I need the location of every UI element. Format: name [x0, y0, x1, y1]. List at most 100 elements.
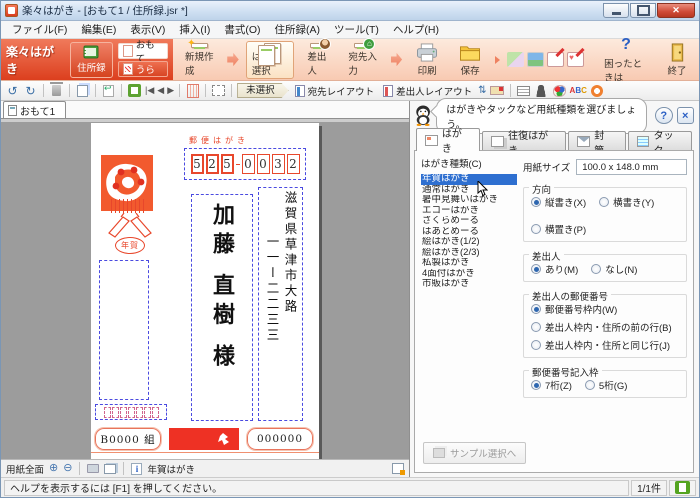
paper-size-label: 用紙サイズ — [523, 160, 570, 174]
list-item[interactable]: 通常はがき — [421, 185, 517, 196]
tab-ofuku-hagaki[interactable]: 往復はがき — [482, 131, 566, 151]
design-cards-icon[interactable] — [507, 52, 524, 67]
recipient-layout-icon — [295, 85, 305, 97]
new-document-button[interactable]: ✦ 新規作成 — [179, 41, 220, 79]
help-button[interactable]: ? 困ったときは — [598, 41, 654, 79]
list-item[interactable]: さくらめーる — [421, 216, 517, 227]
radio-sender-yes[interactable]: あり(M) — [531, 262, 578, 276]
radio-sender-no[interactable]: なし(N) — [591, 262, 637, 276]
list-item[interactable]: エコーはがき — [421, 206, 517, 217]
menu-edit[interactable]: 編集(E) — [74, 20, 123, 39]
textbox-icon[interactable] — [516, 83, 531, 98]
address-book-button[interactable]: 住所録 — [70, 42, 113, 78]
list-item[interactable]: 4面付はがき — [421, 269, 517, 280]
radio-zip-before-address[interactable]: 差出人枠内・住所の前の行(B) — [531, 320, 679, 334]
list-item[interactable]: はあとめーる — [421, 227, 517, 238]
undo-icon[interactable]: ↺ — [5, 83, 20, 98]
decorated-text-icon[interactable]: ABC — [570, 86, 587, 95]
multi-page-icon[interactable] — [104, 464, 116, 474]
delete-icon[interactable] — [49, 83, 64, 98]
menu-help[interactable]: ヘルプ(H) — [386, 20, 446, 39]
palette-icon[interactable] — [552, 83, 567, 98]
preview-canvas[interactable]: 郵便はがき 5 2 5 0 0 3 2 — [1, 119, 409, 459]
paper-select-panel: はがきやタックなど用紙種類を選びましょう。 ? × はがき 往復はがき 封 筒 … — [409, 101, 699, 477]
menu-addressbook[interactable]: 住所録(A) — [268, 20, 328, 39]
sender-address-frame[interactable] — [99, 260, 149, 400]
sender-layout-button[interactable]: 差出人レイアウト — [380, 83, 475, 99]
radio-7-digit[interactable]: 7桁(Z) — [531, 378, 572, 392]
guide-ruler-icon[interactable] — [490, 83, 505, 98]
tab-hagaki[interactable]: はがき — [416, 128, 480, 151]
nenga-mark: 年賀 — [115, 237, 145, 254]
exit-button[interactable]: 終了 — [661, 41, 693, 79]
radio-5-digit[interactable]: 5桁(G) — [585, 378, 628, 392]
panel-close-button[interactable]: × — [677, 107, 694, 124]
radio-vertical-writing[interactable]: 縦書き(X) — [531, 195, 586, 209]
recipient-address-frame[interactable]: 滋賀県草津市大路一一ー二二三三 — [258, 187, 303, 421]
list-item[interactable]: 市販はがき — [421, 279, 517, 290]
figure-icon[interactable] — [534, 83, 549, 98]
canvas-toolbar: 用紙全面 ⊕ ⊖ i 年賀はがき — [1, 459, 409, 477]
photo-card-icon[interactable] — [527, 52, 544, 67]
revert-page-icon[interactable] — [101, 83, 116, 98]
zoom-in-icon[interactable]: ⊕ — [49, 463, 58, 474]
postal-code-block[interactable]: 5 2 5 0 0 3 2 — [184, 148, 306, 180]
nav-next-icon[interactable]: ▶ — [167, 85, 174, 96]
tab-front1[interactable]: おもて1 — [3, 101, 66, 118]
list-item[interactable]: 年賀はがき — [421, 174, 517, 185]
menu-insert[interactable]: 挿入(I) — [172, 20, 217, 39]
front-side-button[interactable]: おもて — [118, 43, 168, 59]
nav-prev-icon[interactable]: ◀ — [157, 85, 164, 96]
zip-frame-icon[interactable] — [185, 83, 200, 98]
tab-envelope[interactable]: 封 筒 — [568, 131, 625, 151]
print-button[interactable]: 印刷 — [409, 41, 445, 79]
select-hagaki-button[interactable]: はがき選択 — [246, 41, 295, 79]
page-setup-icon[interactable] — [392, 463, 404, 474]
list-item[interactable]: 絵はがき(2/3) — [421, 248, 517, 259]
sample-select-button[interactable]: サンプル選択へ — [423, 442, 526, 464]
list-item[interactable]: 私製はがき — [421, 258, 517, 269]
sender-layout-icon — [383, 85, 393, 97]
sender-postal-frame[interactable] — [95, 404, 167, 420]
save-button[interactable]: 保存 — [452, 41, 488, 79]
app-window: 楽々はがき - [おもて1 / 住所録.jsr *] ファイル(F) 編集(E)… — [0, 0, 700, 498]
list-item[interactable]: 暑中見舞いはがき — [421, 195, 517, 206]
maximize-button[interactable] — [630, 3, 656, 18]
close-button[interactable] — [657, 3, 695, 18]
list-item[interactable]: 絵はがき(1/2) — [421, 237, 517, 248]
redo-icon[interactable]: ↻ — [23, 83, 38, 98]
selection-state-button[interactable]: 未選択 — [237, 83, 289, 98]
panel-help-button[interactable]: ? — [655, 107, 672, 124]
copy-icon[interactable] — [75, 83, 90, 98]
radio-landscape[interactable]: 横置き(P) — [531, 222, 586, 236]
radio-zip-in-frame[interactable]: 郵便番号枠内(W) — [531, 302, 679, 316]
hagaki-type-list[interactable]: 年賀はがき 通常はがき 暑中見舞いはがき エコーはがき さくらめーる はあとめー… — [421, 174, 517, 290]
menu-format[interactable]: 書式(O) — [217, 20, 267, 39]
stamp-icon[interactable] — [590, 83, 605, 98]
menu-tools[interactable]: ツール(T) — [327, 20, 386, 39]
print-preview-icon[interactable] — [87, 464, 99, 473]
lottery-emblem-icon — [215, 432, 231, 446]
radio-horizontal-writing[interactable]: 横書き(Y) — [599, 195, 654, 209]
radio-zip-same-line[interactable]: 差出人枠内・住所と同じ行(J) — [531, 338, 679, 352]
nav-first-icon[interactable]: |◀ — [145, 85, 154, 96]
menu-file[interactable]: ファイル(F) — [5, 20, 74, 39]
fit-page-label[interactable]: 用紙全面 — [6, 462, 44, 476]
back-side-button[interactable]: うら — [118, 61, 168, 77]
lottery-number-right: 000000 — [247, 428, 313, 450]
minimize-button[interactable] — [603, 3, 629, 18]
edit-card-heart-icon[interactable] — [567, 52, 584, 67]
sender-button[interactable]: 差出人 — [301, 41, 335, 79]
tab-tack[interactable]: タック — [628, 131, 692, 151]
register-design-icon[interactable] — [127, 83, 142, 98]
brand-block: 楽々はがき 住所録 おもて うら — [1, 39, 173, 80]
recipient-name-frame[interactable]: 加藤 直樹 様 — [191, 194, 253, 421]
address-book-icon — [82, 45, 100, 59]
edit-card-icon[interactable] — [547, 52, 564, 67]
select-area-icon[interactable] — [211, 83, 226, 98]
zoom-out-icon[interactable]: ⊖ — [63, 463, 72, 474]
postcard-preview[interactable]: 郵便はがき 5 2 5 0 0 3 2 — [91, 123, 319, 459]
order-icon[interactable]: ⇅ — [478, 85, 486, 96]
recipient-input-button[interactable]: ⌂ 宛先入力 — [342, 41, 383, 79]
recipient-layout-button[interactable]: 宛先レイアウト — [292, 83, 378, 99]
